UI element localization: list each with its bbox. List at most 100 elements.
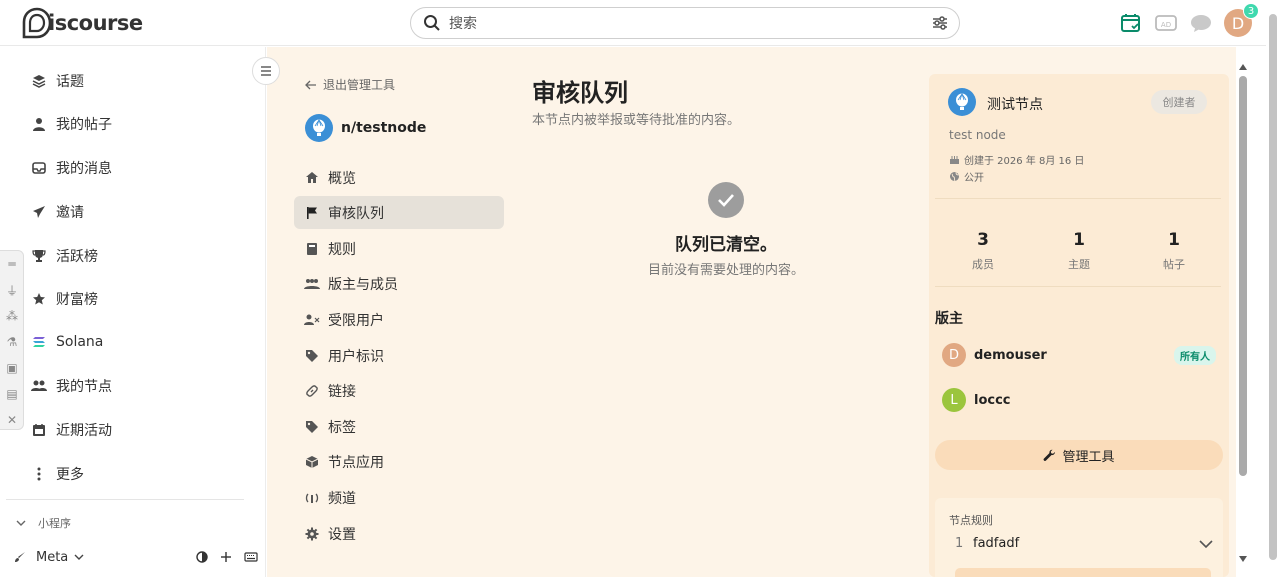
cake-icon [950,156,959,164]
sidebar-item-label: 更多 [56,467,84,483]
left-sidebar: 话题 我的帖子 我的消息 邀请 活跃榜 财富榜 Solana 我的节点 近期活动… [0,47,266,577]
keyboard-icon[interactable] [244,552,258,562]
plus-icon[interactable] [220,551,232,563]
theme-toggle-icon[interactable] [196,551,208,563]
search-filter-icon[interactable] [931,14,949,32]
node-avatar [948,88,976,116]
close-icon[interactable]: ✕ [0,407,24,433]
search-input[interactable]: 搜索 [449,13,931,33]
rule-item[interactable]: 1 fadfadf [955,536,1213,551]
chevron-down-icon[interactable] [74,553,84,561]
admin-nav-node-apps[interactable]: 节点应用 [294,445,504,478]
window-scrollbar[interactable] [1266,0,1280,577]
node-title[interactable]: 测试节点 [987,94,1043,114]
calendar-check-icon[interactable] [1120,12,1142,34]
flask-icon[interactable]: ⚗ [0,329,24,355]
stat-topics: 1 主题 [1039,230,1119,272]
rule-text: fadfadf [973,536,1020,551]
gear-icon [304,526,320,542]
sidebar-item-solana[interactable]: Solana [30,327,103,357]
sidebar-item-messages[interactable]: 我的消息 [30,153,112,183]
sidebar-item-leaderboard[interactable]: 活跃榜 [30,241,98,271]
sidebar-item-recent-activity[interactable]: 近期活动 [30,415,112,445]
admin-nav-review-queue[interactable]: 审核队列 [294,196,504,229]
admin-nav-label: 用户标识 [328,348,384,365]
plug-icon[interactable]: ⏚ [0,277,24,303]
admin-nav-channels[interactable]: 频道 [294,481,504,514]
node-visibility: 公开 [949,169,984,184]
notification-badge: 3 [1243,3,1259,19]
admin-nav-label: 标签 [328,419,356,436]
moderator-row[interactable]: D demouser 所有人 [942,343,1216,367]
ellipsis-icon [30,465,48,483]
sidebar-item-more[interactable]: 更多 [30,459,84,489]
rule-index: 1 [955,536,964,551]
sidebar-item-label: 财富榜 [56,292,98,308]
book-icon [304,241,320,257]
user-x-icon [304,312,320,328]
admin-nav-user-flair[interactable]: 用户标识 [294,339,504,372]
scroll-down-arrow-icon[interactable] [1239,556,1247,562]
site-logo[interactable]: iscourse [22,7,143,39]
admin-nav-label: 节点应用 [328,454,384,471]
admin-nav-links[interactable]: 链接 [294,374,504,407]
admin-nav-tags[interactable]: 标签 [294,410,504,443]
admin-tools-label: 管理工具 [1062,449,1115,465]
moderators-title: 版主 [935,311,963,327]
exit-admin-link[interactable]: 退出管理工具 [305,76,395,93]
arrow-left-icon [305,80,316,89]
node-created-date: 创建于 2026 年 8月 16 日 [949,152,1084,167]
creator-badge: 创建者 [1151,90,1207,114]
sidebar-item-my-nodes[interactable]: 我的节点 [30,371,112,401]
sidebar-item-my-posts[interactable]: 我的帖子 [30,109,112,139]
ad-icon[interactable]: AD [1155,12,1177,34]
created-date-text: 创建于 2026 年 8月 16 日 [964,156,1085,167]
sidebar-item-label: 我的节点 [56,379,112,395]
tag-icon [304,419,320,435]
stat-label: 帖子 [1163,258,1185,271]
solana-icon [30,333,48,351]
search-bar[interactable]: 搜索 [410,7,960,39]
node-name[interactable]: n/testnode [341,120,426,136]
admin-nav-label: 规则 [328,241,356,258]
stat-members: 3 成员 [943,230,1023,272]
rules-footer-bar [955,568,1211,577]
scroll-up-arrow-icon[interactable] [1239,64,1247,70]
admin-nav-label: 频道 [328,490,356,507]
stat-value: 3 [977,230,989,250]
chat-bubble-icon[interactable] [1190,12,1212,34]
sidebar-toggle-button[interactable] [252,57,280,85]
window-scroll-thumb[interactable] [1269,14,1277,560]
scroll-thumb[interactable] [1239,76,1247,476]
drag-handle-icon[interactable]: ═ [0,251,24,277]
owner-badge: 所有人 [1174,345,1216,365]
panel-scrollbar[interactable] [1236,60,1250,570]
stat-label: 主题 [1068,258,1090,271]
panel-divider [935,286,1221,287]
wrench-icon [1044,449,1056,461]
moderator-row[interactable]: L loccc [942,388,1216,412]
user-icon [30,115,48,133]
admin-nav-rules[interactable]: 规则 [294,232,504,265]
sidebar-item-wealth[interactable]: 财富榜 [30,284,98,314]
meta-row: Meta [14,547,258,567]
cluster-icon[interactable]: ⁂ [0,303,24,329]
sidebar-item-label: 话题 [56,74,84,90]
mini-programs-section[interactable]: 小程序 [16,515,71,531]
sidebar-item-topics[interactable]: 话题 [30,66,84,96]
search-icon [424,15,440,31]
admin-nav-settings[interactable]: 设置 [294,517,504,550]
chevron-down-icon[interactable] [1199,539,1213,549]
admin-nav-moderators-members[interactable]: 版主与成员 [294,267,504,300]
dolly-icon[interactable]: ▤ [0,381,24,407]
truck-icon[interactable]: ▣ [0,355,24,381]
meta-label[interactable]: Meta [36,550,68,565]
admin-tools-button[interactable]: 管理工具 [935,440,1223,470]
sidebar-item-invites[interactable]: 邀请 [30,197,84,227]
admin-nav-restricted-users[interactable]: 受限用户 [294,303,504,336]
stat-value: 1 [1073,230,1085,250]
brush-icon [15,552,25,562]
mini-programs-title: 小程序 [38,517,71,530]
admin-nav-overview[interactable]: 概览 [294,161,504,194]
avatar: D [942,343,966,367]
